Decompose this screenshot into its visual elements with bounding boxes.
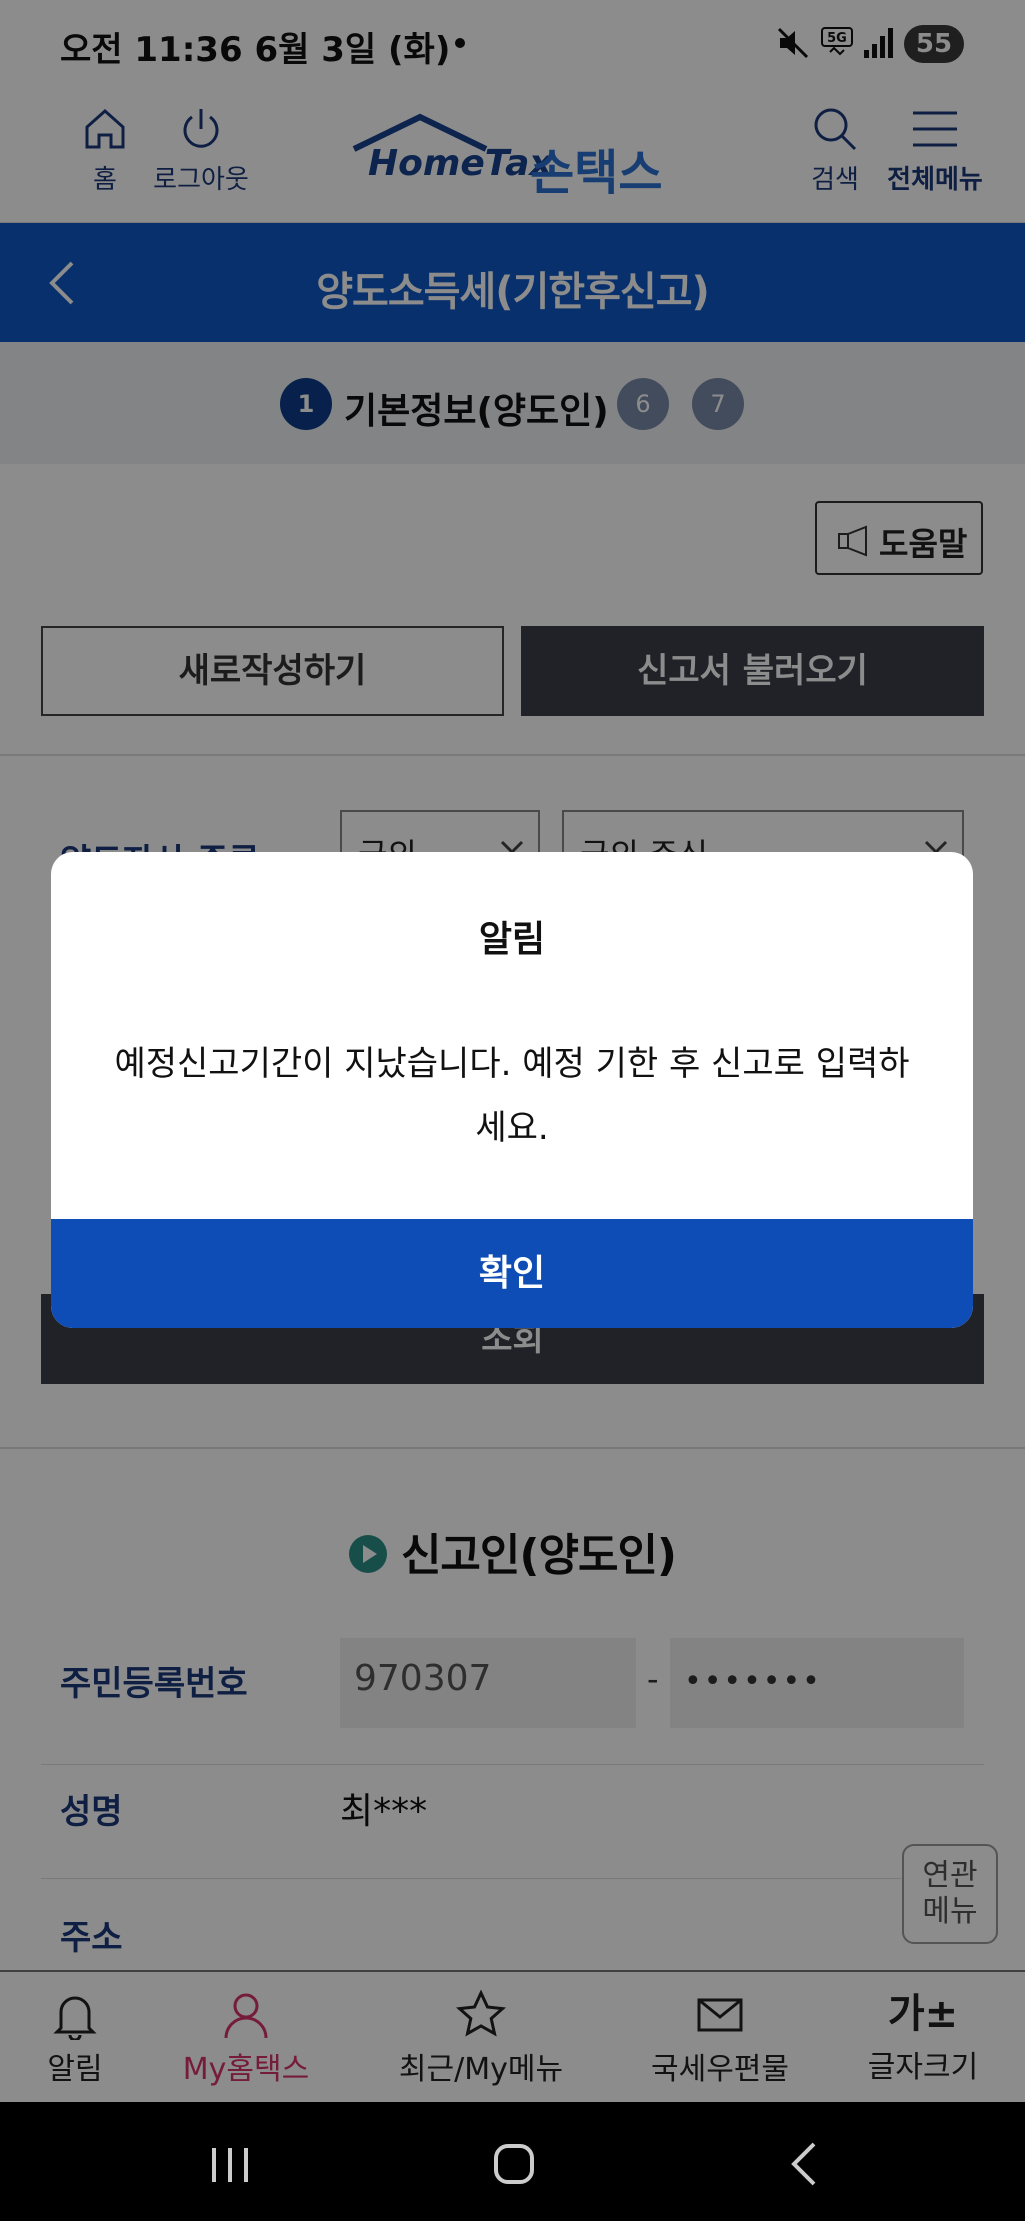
dialog-title: 알림 (478, 919, 546, 960)
dialog-message: 예정신고기간이 지났습니다. 예정 기한 후 신고로 입력하세요. (114, 1044, 910, 1148)
system-navigation-bar (0, 2102, 1025, 2221)
back-nav-icon[interactable] (788, 2142, 818, 2186)
confirm-button[interactable]: 확인 (51, 1219, 973, 1328)
home-nav-icon[interactable] (494, 2144, 534, 2184)
recent-apps-icon[interactable] (210, 2146, 250, 2184)
alert-dialog: 알림 예정신고기간이 지났습니다. 예정 기한 후 신고로 입력하세요. 확인 (51, 852, 973, 1328)
